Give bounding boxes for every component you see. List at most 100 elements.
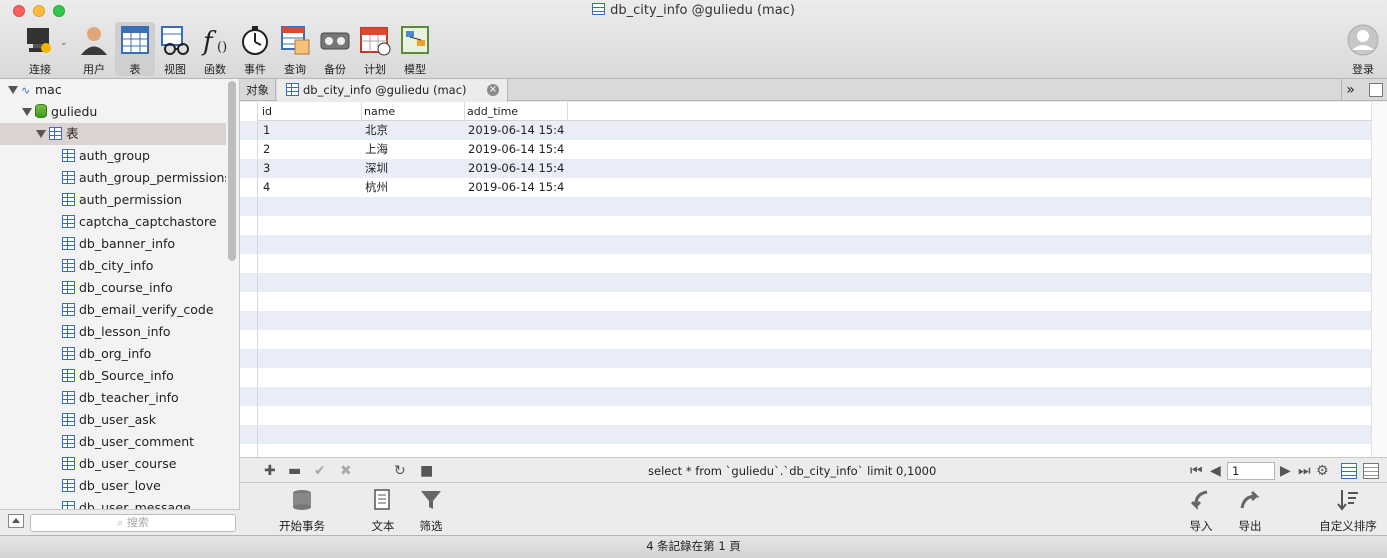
sidebar-table-item[interactable]: db_user_message (0, 497, 226, 509)
discard-changes-button[interactable]: ✖ (340, 463, 352, 479)
table-cell-id[interactable]: 2 (263, 140, 270, 159)
column-header-add-time[interactable]: add_time (467, 105, 518, 118)
table-icon (62, 193, 75, 206)
sidebar-table-item[interactable]: db_user_comment (0, 431, 226, 453)
grid-rows: 1 北京 2019-06-14 15:4 2 上海 2019-06-14 15:4 3 深圳 2… (258, 121, 1371, 457)
new-tab-button[interactable] (1369, 83, 1383, 97)
sidebar-table-label: db_course_info (79, 280, 173, 295)
stopwatch-icon (239, 24, 271, 56)
table-cell-add-time[interactable]: 2019-06-14 15:4 (468, 178, 564, 197)
table-icon (62, 215, 75, 228)
sidebar-table-item[interactable]: captcha_captchastore (0, 211, 226, 233)
export-arrow-icon (1235, 488, 1265, 512)
disclosure-triangle-icon[interactable] (8, 86, 18, 94)
toolbar-schedule-button[interactable]: 计划 (355, 22, 395, 76)
table-cell-add-time[interactable]: 2019-06-14 15:4 (468, 159, 564, 178)
table-row[interactable]: 1 北京 2019-06-14 15:4 (258, 121, 1371, 140)
apply-changes-button[interactable]: ✔ (314, 463, 326, 479)
sidebar-table-item[interactable]: db_teacher_info (0, 387, 226, 409)
text-view-button[interactable]: 文本 (368, 488, 398, 534)
table-cell-name[interactable]: 北京 (365, 121, 388, 140)
import-button[interactable]: 导入 (1186, 488, 1216, 534)
table-cell-add-time[interactable]: 2019-06-14 15:4 (468, 140, 564, 159)
sidebar-table-item[interactable]: db_email_verify_code (0, 299, 226, 321)
sidebar-table-item[interactable]: db_banner_info (0, 233, 226, 255)
tab-active-table[interactable]: db_city_info @guliedu (mac) × (277, 79, 508, 102)
last-page-button[interactable]: ⏭ (1298, 463, 1311, 479)
begin-transaction-button[interactable]: 开始事务 (274, 488, 330, 534)
table-icon (62, 303, 75, 316)
grid-scrollbar[interactable] (1371, 102, 1387, 457)
tab-objects[interactable]: 对象 (240, 79, 276, 101)
more-tabs-button[interactable]: » (1341, 79, 1359, 101)
sidebar-table-item[interactable]: db_org_info (0, 343, 226, 365)
add-record-button[interactable]: ✚ (264, 463, 276, 479)
prev-page-button[interactable]: ◀ (1210, 463, 1221, 479)
sidebar-table-item[interactable]: db_course_info (0, 277, 226, 299)
search-input[interactable]: ⌕ 搜索 (30, 514, 236, 532)
toolbar-model-button[interactable]: 模型 (395, 22, 435, 76)
toolbar-view-button[interactable]: 视图 (155, 22, 195, 76)
settings-gear-icon[interactable]: ⚙ (1316, 463, 1329, 479)
sql-statement: select * from `guliedu`.`db_city_info` l… (648, 464, 937, 478)
toolbar-table-button[interactable]: 表 (115, 22, 155, 76)
table-row[interactable]: 3 深圳 2019-06-14 15:4 (258, 159, 1371, 178)
sidebar-table-label: db_user_love (79, 478, 161, 493)
form-view-button[interactable] (1363, 463, 1379, 479)
toolbar-event-button[interactable]: 事件 (235, 22, 275, 76)
column-divider[interactable] (464, 102, 465, 121)
column-header-name[interactable]: name (364, 105, 395, 118)
toolbar-user-button[interactable]: 用户 (74, 22, 114, 76)
disclosure-triangle-icon[interactable] (36, 130, 46, 138)
collapse-sidebar-button[interactable] (8, 514, 24, 528)
sidebar-scrollbar[interactable] (228, 81, 236, 261)
delete-record-button[interactable]: ▬ (288, 463, 301, 479)
disclosure-triangle-icon[interactable] (22, 108, 32, 116)
refresh-button[interactable]: ↻ (394, 463, 406, 479)
sidebar-table-item[interactable]: auth_group_permissions (0, 167, 226, 189)
table-row[interactable]: 4 杭州 2019-06-14 15:4 (258, 178, 1371, 197)
sidebar-table-item[interactable]: db_Source_info (0, 365, 226, 387)
grid-view-button[interactable] (1341, 463, 1357, 479)
table-cell-name[interactable]: 深圳 (365, 159, 388, 178)
column-header-id[interactable]: id (262, 105, 272, 118)
table-cell-id[interactable]: 4 (263, 178, 270, 197)
table-cell-add-time[interactable]: 2019-06-14 15:4 (468, 121, 564, 140)
toolbar-connection-button[interactable]: 连接 (18, 22, 62, 76)
login-button[interactable]: 登录 (1342, 22, 1384, 76)
page-number-input[interactable]: 1 (1227, 462, 1275, 480)
table-cell-id[interactable]: 1 (263, 121, 270, 140)
column-divider[interactable] (361, 102, 362, 121)
toolbar-backup-button[interactable]: 备份 (315, 22, 355, 76)
sidebar-table-label: db_org_info (79, 346, 152, 361)
table-cell-name[interactable]: 杭州 (365, 178, 388, 197)
stop-button[interactable]: ■ (420, 463, 433, 479)
sidebar-table-item[interactable]: db_lesson_info (0, 321, 226, 343)
toolbar-function-button[interactable]: f() 函数 (195, 22, 235, 76)
table-icon (62, 281, 75, 294)
sidebar-table-item[interactable]: auth_group (0, 145, 226, 167)
sidebar-table-item[interactable]: db_user_course (0, 453, 226, 475)
table-cell-id[interactable]: 3 (263, 159, 270, 178)
column-divider[interactable] (567, 102, 568, 121)
tree-tables-group[interactable]: 表 (0, 123, 226, 145)
backup-icon (319, 24, 351, 56)
document-icon (368, 488, 398, 512)
sidebar-table-item[interactable]: db_user_ask (0, 409, 226, 431)
table-cell-name[interactable]: 上海 (365, 140, 388, 159)
sidebar-table-item[interactable]: db_city_info (0, 255, 226, 277)
export-button[interactable]: 导出 (1235, 488, 1265, 534)
toolbar-query-button[interactable]: 查询 (275, 22, 315, 76)
custom-sort-button[interactable]: 自定义排序 (1318, 488, 1378, 534)
close-tab-button[interactable]: × (487, 84, 499, 96)
chevron-down-icon[interactable]: ⌄ (60, 38, 68, 48)
first-page-button[interactable]: ⏮ (1190, 463, 1203, 479)
sidebar-table-item[interactable]: auth_permission (0, 189, 226, 211)
tree-connection[interactable]: ∿ mac (0, 79, 226, 101)
filter-button[interactable]: 筛选 (416, 488, 446, 534)
tree-database[interactable]: guliedu (0, 101, 226, 123)
table-row[interactable]: 2 上海 2019-06-14 15:4 (258, 140, 1371, 159)
sidebar-table-label: db_user_course (79, 456, 177, 471)
next-page-button[interactable]: ▶ (1280, 463, 1291, 479)
sidebar-table-item[interactable]: db_user_love (0, 475, 226, 497)
